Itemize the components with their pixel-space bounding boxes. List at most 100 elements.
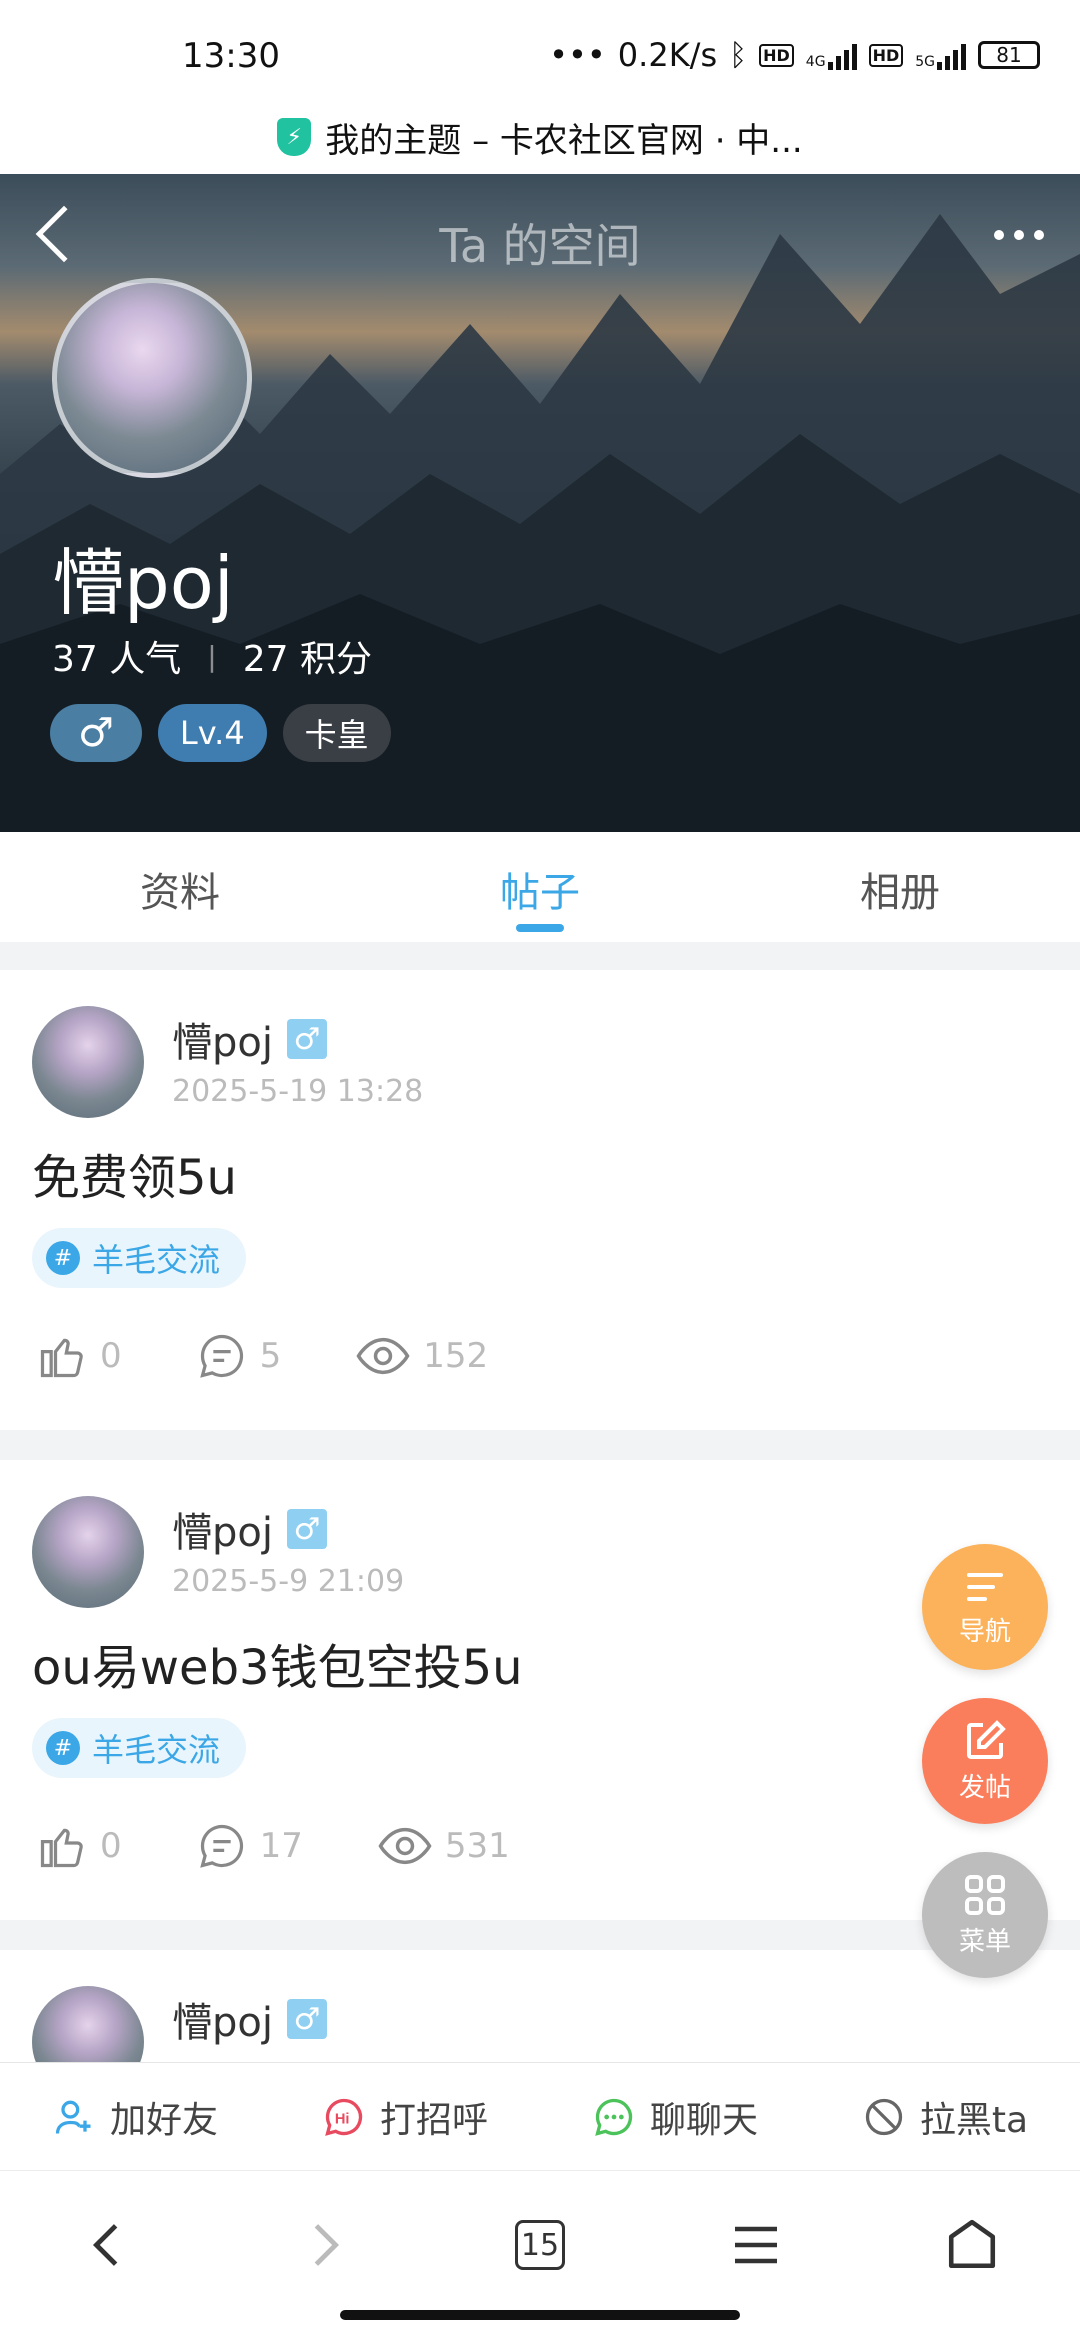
hamburger-icon <box>735 2226 777 2264</box>
post-date: 2025-5-19 13:28 <box>172 1074 424 1109</box>
gender-badge: ♂ <box>50 704 142 762</box>
male-icon: ♂ <box>286 1019 327 1059</box>
points-label: 积分 <box>299 639 372 680</box>
tab-profile[interactable]: 资料 <box>0 832 360 942</box>
post-author-avatar[interactable] <box>32 1006 144 1118</box>
post-author[interactable]: 懵poj ♂ <box>172 1990 327 2048</box>
post-author-avatar[interactable] <box>32 1496 144 1608</box>
grid-icon <box>965 1874 1005 1915</box>
post-author-name: 懵poj <box>172 1510 273 1556</box>
status-dots: ••• <box>549 36 606 74</box>
hd-badge-1: HD <box>759 43 794 67</box>
hi-icon: Hi <box>325 2098 363 2136</box>
secure-shield-icon: ⚡ <box>277 118 312 156</box>
post-actions: 0 17 531 <box>36 1818 510 1874</box>
comment-icon <box>199 1334 243 1378</box>
profile-stats: 37 人气 | 27 积分 <box>52 630 372 682</box>
bluetooth-icon: ᛒ <box>729 37 748 73</box>
post-author-name: 懵poj <box>172 2000 273 2046</box>
post-tag[interactable]: # 羊毛交流 <box>32 1718 247 1778</box>
say-hi-button[interactable]: Hi 打招呼 <box>270 2091 540 2143</box>
status-indicators: ••• 0.2K/s ᛒ HD 4G HD 5G 81 <box>549 36 1040 74</box>
network-speed: 0.2K/s <box>617 36 718 74</box>
header-title: Ta 的空间 <box>439 219 641 273</box>
page-title: 我的主题 – 卡农社区官网 · 中... <box>325 120 803 161</box>
eye-icon <box>356 1337 410 1375</box>
say-hi-label: 打招呼 <box>379 2099 488 2141</box>
list-icon <box>967 1572 1003 1601</box>
chat-label: 聊聊天 <box>649 2099 758 2141</box>
post-tag[interactable]: # 羊毛交流 <box>32 1228 247 1288</box>
post-title[interactable]: 免费领5u <box>32 1138 237 1208</box>
hd-badge-2: HD <box>868 43 904 67</box>
thumbs-up-icon <box>40 1338 83 1378</box>
menu-fab-button[interactable]: 菜单 <box>922 1852 1048 1978</box>
thumbs-up-icon <box>40 1828 83 1868</box>
post-card[interactable]: 懵poj ♂ <box>0 1950 1080 2070</box>
avatar[interactable] <box>52 278 252 478</box>
stats-divider: | <box>207 639 217 673</box>
level-badge: Lv.4 <box>157 704 267 762</box>
signal-4g: 4G <box>806 40 857 70</box>
hash-icon: # <box>46 1241 80 1275</box>
post-author[interactable]: 懵poj ♂ <box>172 1010 327 1068</box>
net-5g-label: 5G <box>915 54 935 70</box>
signal-bars-icon <box>937 40 966 70</box>
tab-posts[interactable]: 帖子 <box>360 832 720 942</box>
post-card[interactable]: 懵poj ♂ 2025-5-9 21:09 ou易web3钱包空投5u # 羊毛… <box>0 1460 1080 1920</box>
profile-action-bar: 加好友 Hi 打招呼 聊聊天 拉黑ta <box>0 2062 1080 2170</box>
add-friend-button[interactable]: 加好友 <box>0 2091 270 2143</box>
new-post-fab-button[interactable]: 发帖 <box>922 1698 1048 1824</box>
like-count: 0 <box>100 1336 122 1376</box>
post-author-avatar[interactable] <box>32 1986 144 2070</box>
page: 13:30 ••• 0.2K/s ᛒ HD 4G HD 5G 81 ⚡ 我的主题… <box>0 0 1080 2340</box>
home-icon <box>948 2219 996 2269</box>
post-author-name: 懵poj <box>172 1020 273 1066</box>
comment-count: 17 <box>259 1826 303 1866</box>
points-value: 27 <box>242 639 289 680</box>
profile-header: Ta 的空间 懵poj 37 人气 | 27 积分 ♂ Lv.4 卡皇 <box>0 174 1080 832</box>
nav-fab-button[interactable]: 导航 <box>922 1544 1048 1670</box>
like-button[interactable]: 0 <box>36 1330 122 1382</box>
browser-forward-button[interactable] <box>286 2205 366 2285</box>
tab-album[interactable]: 相册 <box>720 832 1080 942</box>
post-date: 2025-5-9 21:09 <box>172 1564 405 1599</box>
nav-fab-label: 导航 <box>958 1616 1011 1647</box>
chat-button[interactable]: 聊聊天 <box>540 2091 810 2143</box>
block-label: 拉黑ta <box>919 2099 1029 2141</box>
tabs-button[interactable]: 15 <box>500 2205 580 2285</box>
like-button[interactable]: 0 <box>36 1820 122 1872</box>
post-title[interactable]: ou易web3钱包空投5u <box>32 1628 523 1698</box>
views: 152 <box>355 1328 488 1384</box>
chevron-right-icon <box>314 2224 340 2266</box>
home-button[interactable] <box>932 2205 1012 2285</box>
post-actions: 0 5 152 <box>36 1328 488 1384</box>
chevron-left-icon <box>92 2224 118 2266</box>
add-friend-label: 加好友 <box>109 2099 218 2141</box>
popularity-label: 人气 <box>109 639 182 680</box>
view-count: 531 <box>444 1826 510 1866</box>
comment-button[interactable]: 17 <box>196 1820 303 1872</box>
status-time: 13:30 <box>182 36 280 76</box>
chat-icon <box>595 2098 633 2136</box>
edit-icon <box>967 1719 1006 1759</box>
post-fab-label: 发帖 <box>958 1772 1011 1803</box>
male-icon: ♂ <box>286 1999 327 2039</box>
browser-menu-button[interactable] <box>716 2205 796 2285</box>
home-indicator[interactable] <box>340 2310 740 2320</box>
browser-back-button[interactable] <box>66 2205 146 2285</box>
svg-text:Hi: Hi <box>335 2111 350 2127</box>
address-bar[interactable]: ⚡ 我的主题 – 卡农社区官网 · 中... <box>0 100 1080 174</box>
post-author[interactable]: 懵poj ♂ <box>172 1500 327 1558</box>
block-icon <box>865 2098 903 2135</box>
post-card[interactable]: 懵poj ♂ 2025-5-19 13:28 免费领5u # 羊毛交流 0 5 … <box>0 970 1080 1430</box>
comment-button[interactable]: 5 <box>196 1330 281 1382</box>
profile-tabs: 资料 帖子 相册 <box>0 832 1080 942</box>
block-button[interactable]: 拉黑ta <box>810 2091 1080 2143</box>
profile-name: 懵poj <box>52 541 234 625</box>
net-4g-label: 4G <box>805 54 826 70</box>
view-count: 152 <box>423 1336 489 1376</box>
eye-icon <box>378 1827 432 1865</box>
more-options-icon[interactable] <box>994 230 1044 240</box>
post-tag-label: 羊毛交流 <box>92 1731 221 1769</box>
